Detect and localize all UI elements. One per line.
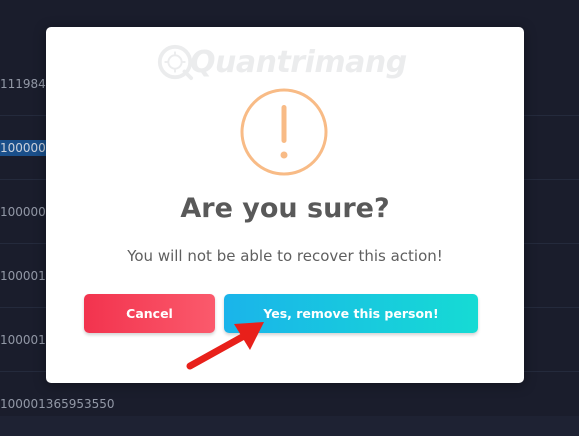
red-arrow-pointer-icon <box>186 322 264 370</box>
dialog-title: Are you sure? <box>180 193 390 224</box>
confirmation-dialog: Quantrimang Are you sure? You will not b… <box>46 27 524 383</box>
watermark: Quantrimang <box>156 43 407 81</box>
watermark-text: Quantrimang <box>190 44 407 80</box>
warning-exclamation-icon <box>240 88 328 176</box>
dialog-message: You will not be able to recover this act… <box>127 247 443 265</box>
watermark-logo-icon <box>157 44 194 81</box>
